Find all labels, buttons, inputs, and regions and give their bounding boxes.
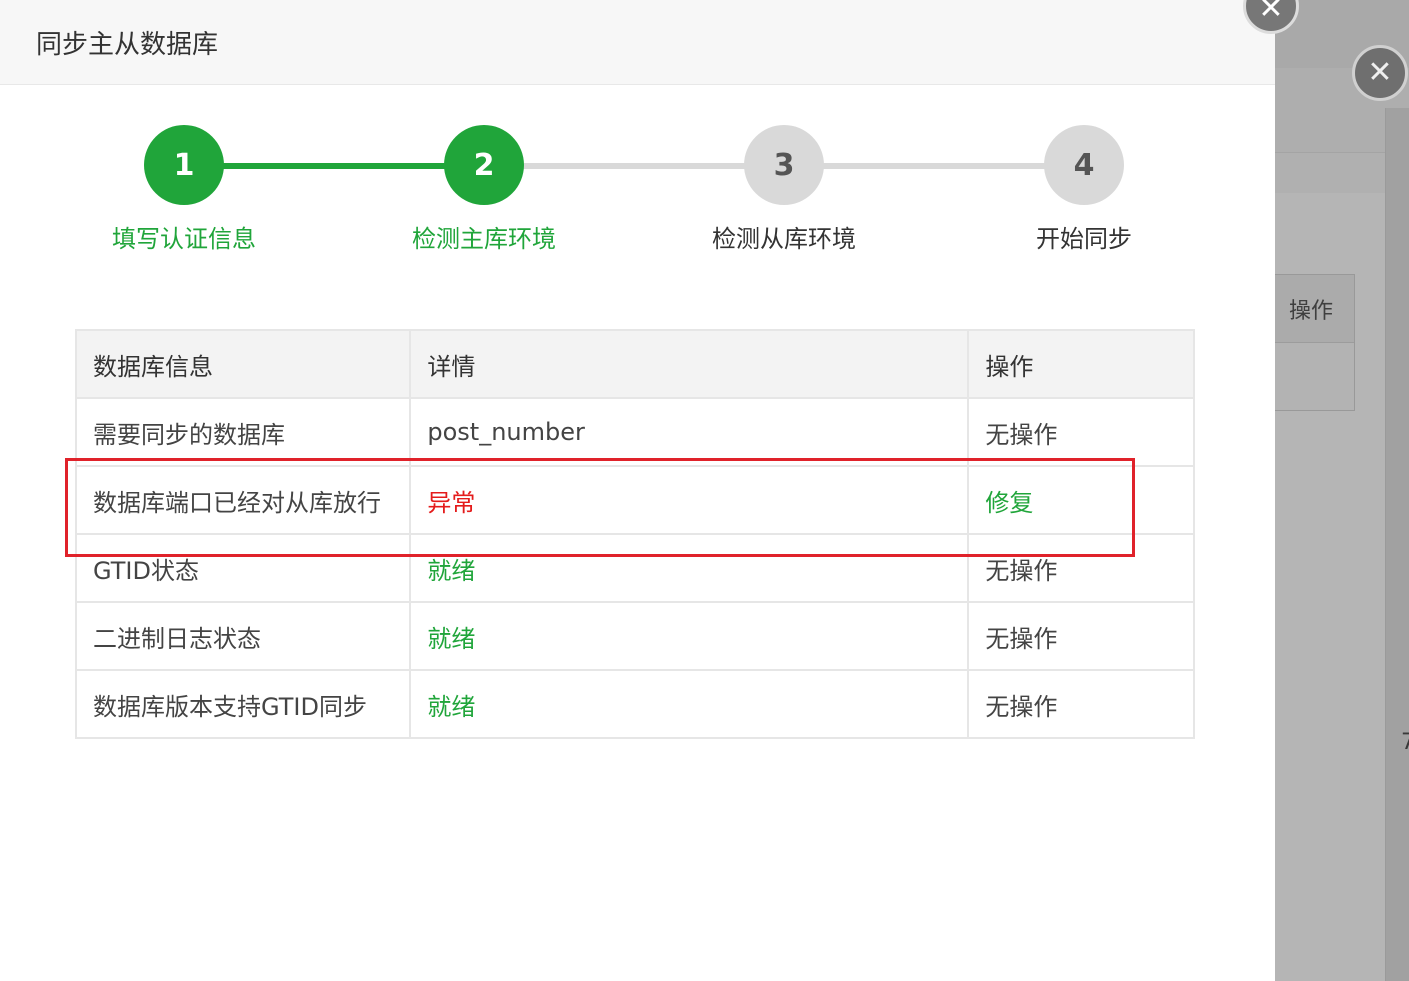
step-3-label: 检测从库环境 <box>712 225 856 253</box>
row-info: 需要同步的数据库 <box>74 397 412 467</box>
row-detail-ready: 就绪 <box>409 533 970 603</box>
step-3: 3 检测从库环境 <box>684 125 884 254</box>
step-1-label: 填写认证信息 <box>112 225 256 253</box>
row-info: 二进制日志状态 <box>74 601 412 671</box>
row-info: GTID状态 <box>74 533 412 603</box>
step-2-circle: 2 <box>444 125 524 205</box>
table-row: 数据库版本支持GTID同步 就绪 无操作 <box>74 669 1195 739</box>
row-action: 无操作 <box>967 669 1195 739</box>
dialog-title: 同步主从数据库 <box>36 29 219 60</box>
row-detail: post_number <box>409 397 970 467</box>
background-dialog-close-button[interactable]: ✕ <box>1352 45 1408 101</box>
row-action: 无操作 <box>967 601 1195 671</box>
table-row: GTID状态 就绪 无操作 <box>74 533 1195 603</box>
row-info: 数据库版本支持GTID同步 <box>74 669 412 739</box>
row-detail-ready: 就绪 <box>409 601 970 671</box>
header-database-info: 数据库信息 <box>74 329 412 399</box>
database-check-table: 数据库信息 详情 操作 需要同步的数据库 post_number 无操作 数据库… <box>74 329 1195 739</box>
table-row: 数据库端口已经对从库放行 异常 修复 <box>74 465 1195 535</box>
fix-button[interactable]: 修复 <box>967 465 1195 535</box>
header-action: 操作 <box>967 329 1195 399</box>
header-detail: 详情 <box>409 329 970 399</box>
sync-master-slave-dialog: 同步主从数据库 1 填写认证信息 2 检测主库环境 3 检测从库环境 4 开始同… <box>0 0 1275 981</box>
step-3-circle: 3 <box>744 125 824 205</box>
close-icon: ✕ <box>1258 0 1284 26</box>
dialog-header: 同步主从数据库 <box>0 0 1275 85</box>
row-detail-error: 异常 <box>409 465 970 535</box>
step-2: 2 检测主库环境 <box>384 125 584 254</box>
step-1-circle: 1 <box>144 125 224 205</box>
row-info: 数据库端口已经对从库放行 <box>74 465 412 535</box>
close-icon: ✕ <box>1367 55 1393 90</box>
table-row: 二进制日志状态 就绪 无操作 <box>74 601 1195 671</box>
step-2-label: 检测主库环境 <box>412 225 556 253</box>
step-4-label: 开始同步 <box>1036 225 1132 253</box>
table-row: 需要同步的数据库 post_number 无操作 <box>74 397 1195 467</box>
step-4-circle: 4 <box>1044 125 1124 205</box>
row-detail-ready: 就绪 <box>409 669 970 739</box>
step-4: 4 开始同步 <box>984 125 1184 254</box>
row-action: 无操作 <box>967 397 1195 467</box>
background-table: 操作 <box>1270 274 1355 411</box>
row-action: 无操作 <box>967 533 1195 603</box>
table-header-row: 数据库信息 详情 操作 <box>74 329 1195 399</box>
step-1: 1 填写认证信息 <box>84 125 284 254</box>
background-partial-number: 7 <box>1401 730 1409 755</box>
stepper: 1 填写认证信息 2 检测主库环境 3 检测从库环境 4 开始同步 <box>0 85 1275 285</box>
background-dialog-right-edge <box>1385 108 1409 981</box>
background-table-header-action: 操作 <box>1271 275 1354 343</box>
